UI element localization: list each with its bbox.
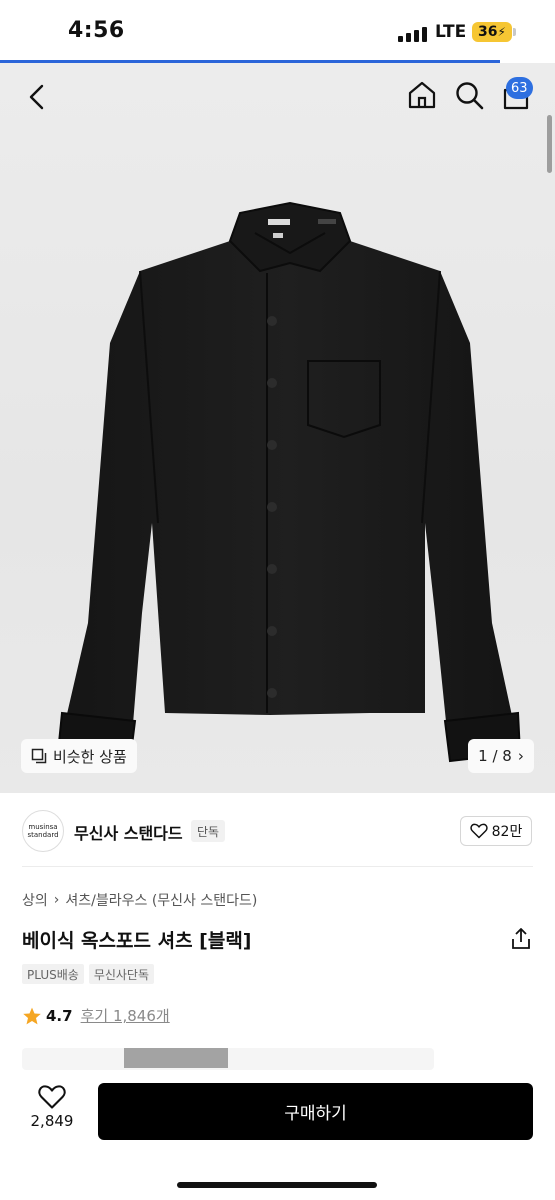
- gallery-pager[interactable]: 1 / 8 ›: [468, 739, 534, 773]
- network-label: LTE: [435, 22, 467, 42]
- breadcrumb-item-category[interactable]: 상의: [22, 890, 48, 910]
- similar-products-icon: [31, 748, 47, 764]
- breadcrumb: 상의 › 셔츠/블라우스 (무신사 스탠다드): [22, 890, 257, 910]
- wishlist-button[interactable]: 2,849: [22, 1084, 82, 1130]
- status-bar: 4:56 LTE 36 ⚡: [0, 0, 555, 63]
- signal-icon: [398, 26, 427, 42]
- home-indicator[interactable]: [177, 1182, 377, 1188]
- buy-button[interactable]: 구매하기: [98, 1083, 533, 1140]
- rating-row: 4.7 후기 1,846개: [22, 1005, 170, 1026]
- brand-name[interactable]: 무신사 스탠다드: [74, 820, 183, 844]
- bottom-action-bar: 2,849 구매하기: [0, 1070, 555, 1200]
- brand-row[interactable]: musinsa standard 무신사 스탠다드 단독 82만: [0, 808, 555, 856]
- star-icon: [23, 1007, 41, 1024]
- gallery-pager-label: 1 / 8: [478, 747, 512, 765]
- brand-like-count: 82만: [491, 824, 523, 840]
- brand-like-button[interactable]: 82만: [460, 816, 532, 846]
- product-title: 베이식 옥스포드 셔츠 [블랙]: [22, 930, 252, 952]
- product-image-gallery[interactable]: 63 비슷한 상품 1 / 8 ›: [0, 63, 555, 793]
- heart-icon: [470, 823, 488, 839]
- cart-count-badge: 63: [506, 77, 533, 99]
- brand-logo[interactable]: musinsa standard: [22, 810, 64, 852]
- brand-logo-line1: musinsa: [28, 823, 58, 831]
- tag-exclusive: 무신사단독: [88, 964, 155, 984]
- heart-icon: [38, 1085, 66, 1109]
- scrollbar[interactable]: [547, 115, 552, 173]
- status-time: 4:56: [68, 18, 125, 43]
- battery-tip: [513, 28, 516, 36]
- battery-level: 36: [478, 24, 498, 40]
- reviews-link[interactable]: 후기 1,846개: [81, 1005, 170, 1026]
- chevron-right-icon: ›: [53, 892, 60, 908]
- product-tags: PLUS배송 무신사단독: [22, 964, 155, 984]
- divider: [22, 866, 533, 867]
- product-image-shirt: [56, 201, 522, 763]
- tag-plus-delivery: PLUS배송: [22, 964, 84, 984]
- exclusive-badge: 단독: [191, 820, 226, 842]
- brand-logo-line2: standard: [27, 831, 59, 839]
- back-arrow-icon[interactable]: [22, 81, 54, 113]
- option-tab-indicator: [124, 1048, 228, 1068]
- option-tabs-strip[interactable]: [22, 1048, 434, 1070]
- chevron-right-icon: ›: [517, 747, 524, 765]
- wishlist-count: 2,849: [30, 1112, 74, 1130]
- breadcrumb-item-subcategory[interactable]: 셔츠/블라우스 (무신사 스탠다드): [65, 890, 257, 910]
- search-icon[interactable]: [453, 79, 485, 111]
- rating-value: 4.7: [46, 1006, 73, 1025]
- share-icon[interactable]: [510, 927, 532, 951]
- similar-products-button[interactable]: 비슷한 상품: [21, 739, 137, 773]
- battery-icon: 36 ⚡: [472, 22, 512, 42]
- home-icon[interactable]: [406, 79, 438, 111]
- similar-products-label: 비슷한 상품: [53, 747, 127, 766]
